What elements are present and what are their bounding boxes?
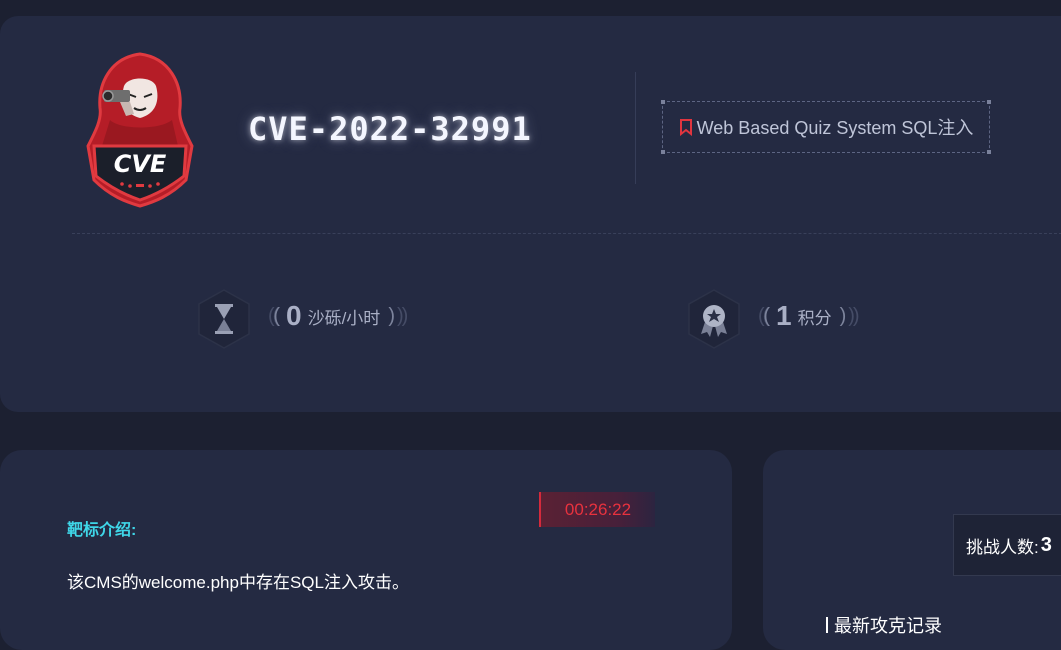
page-title: CVE-2022-32991 bbox=[248, 110, 532, 148]
intro-text: 该CMS的welcome.php中存在SQL注入攻击。 bbox=[67, 573, 409, 592]
heading-bar bbox=[826, 617, 828, 633]
target-info-card bbox=[0, 450, 732, 650]
score-stat: ((( 1 积分 ))) bbox=[758, 300, 860, 331]
hourly-rate-unit: 沙砾/小时 bbox=[307, 308, 381, 328]
tag-corner bbox=[661, 100, 665, 104]
logo-text: CVE bbox=[114, 150, 167, 178]
challengers-label: 挑战人数: bbox=[966, 537, 1039, 557]
score-unit: 积分 bbox=[797, 308, 832, 328]
hourglass-icon bbox=[198, 289, 250, 349]
vulnerability-tag[interactable]: Web Based Quiz System SQL注入 bbox=[661, 100, 991, 154]
tag-label: Web Based Quiz System SQL注入 bbox=[696, 118, 974, 138]
hourly-rate-value: 0 bbox=[286, 300, 302, 331]
challengers-box: 挑战人数: 3 bbox=[953, 514, 1061, 576]
tag-corner bbox=[987, 100, 991, 104]
intro-label: 靶标介绍: bbox=[67, 522, 137, 539]
hourly-rate-stat: ((( 0 沙砾/小时 ))) bbox=[268, 300, 408, 331]
score-value: 1 bbox=[776, 300, 792, 331]
cve-logo: CVE bbox=[86, 52, 194, 208]
latest-records-heading: 最新攻克记录 bbox=[826, 612, 942, 638]
bookmark-icon bbox=[679, 118, 692, 136]
challengers-count: 3 bbox=[1040, 533, 1052, 556]
section-divider bbox=[72, 233, 1061, 234]
tag-corner bbox=[661, 150, 665, 154]
countdown-timer: 00:26:22 bbox=[539, 492, 655, 527]
tag-corner bbox=[987, 150, 991, 154]
header-divider bbox=[635, 72, 636, 184]
medal-icon bbox=[688, 289, 740, 349]
latest-records-title: 最新攻克记录 bbox=[834, 616, 942, 636]
